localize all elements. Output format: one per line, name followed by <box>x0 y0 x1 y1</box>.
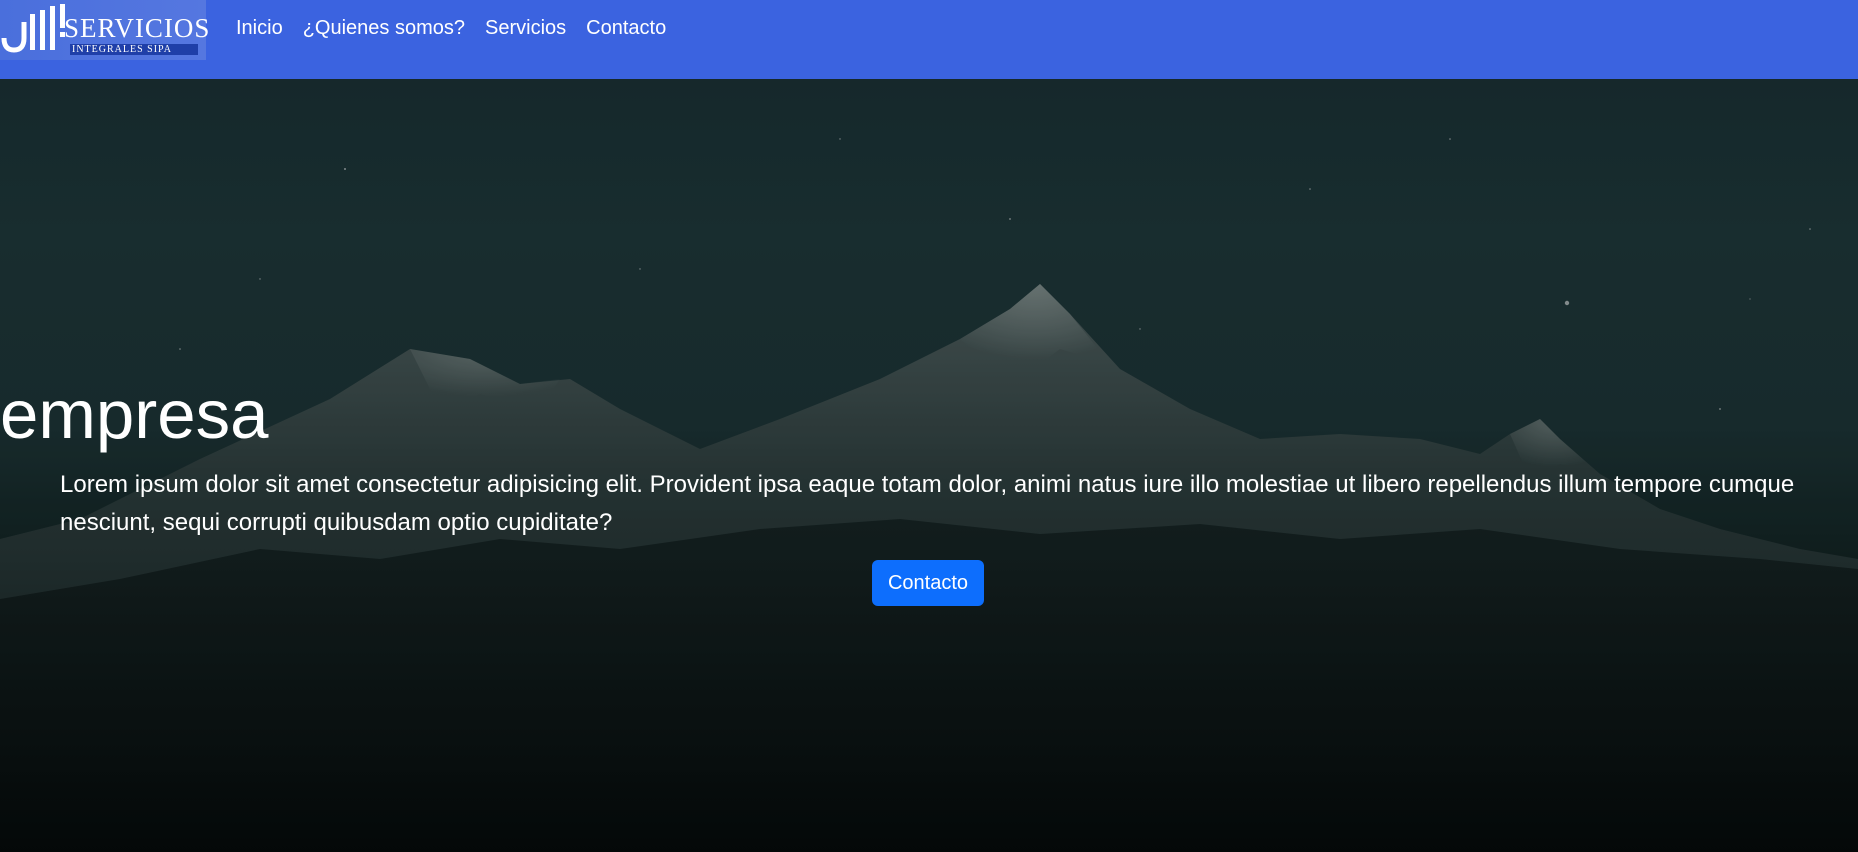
navbar: SERVICIOS INTEGRALES SIPA Inicio ¿Quiene… <box>0 0 1858 79</box>
brand-logo[interactable]: SERVICIOS INTEGRALES SIPA <box>0 0 209 60</box>
nav-link-contacto[interactable]: Contacto <box>586 18 666 38</box>
logo-subtitle: INTEGRALES SIPA <box>70 44 198 55</box>
hero-description: Lorem ipsum dolor sit amet consectetur a… <box>60 471 1795 536</box>
logo-bars-icon <box>1 4 65 53</box>
hero-section: empresa Lorem ipsum dolor sit amet conse… <box>0 79 1858 852</box>
hero-title: empresa <box>0 376 269 453</box>
nav-link-quienes-somos[interactable]: ¿Quienes somos? <box>303 18 465 38</box>
nav-link-servicios[interactable]: Servicios <box>485 18 566 38</box>
nav-menu: Inicio ¿Quienes somos? Servicios Contact… <box>236 18 666 38</box>
nav-link-inicio[interactable]: Inicio <box>236 18 283 38</box>
contact-button[interactable]: Contacto <box>872 560 984 606</box>
logo-wordmark: SERVICIOS <box>64 13 211 43</box>
